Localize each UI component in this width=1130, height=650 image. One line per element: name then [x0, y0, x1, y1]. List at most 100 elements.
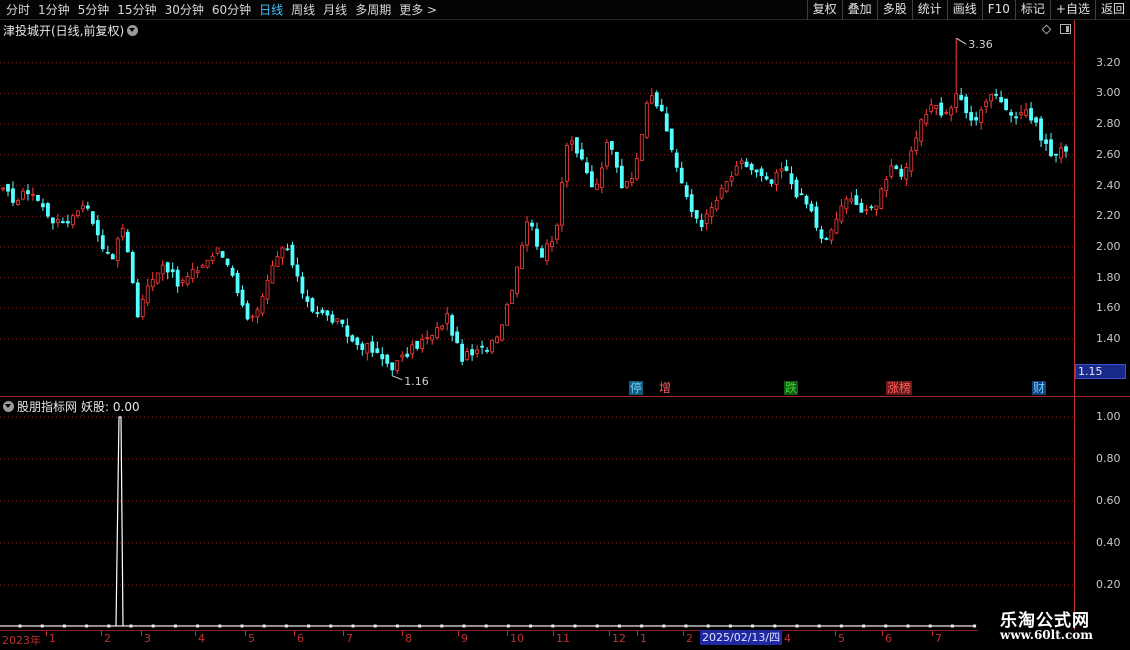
candle-body	[1054, 153, 1058, 156]
candle-body	[909, 150, 914, 172]
date-label-4: 4	[198, 632, 205, 645]
tool-button-7[interactable]: +自选	[1049, 0, 1095, 20]
date-tick	[507, 631, 508, 636]
event-tag-1[interactable]: 增	[658, 381, 672, 395]
period-tab-1[interactable]: 1分钟	[34, 0, 74, 20]
price-panel-header: 津投城开(日线,前复权)	[0, 20, 1074, 38]
candle-body	[350, 335, 355, 342]
candle-body	[834, 218, 839, 234]
tool-button-0[interactable]: 复权	[806, 0, 842, 20]
candle-body	[340, 319, 345, 324]
candle-body	[31, 193, 35, 196]
candle-body	[759, 168, 764, 177]
date-tick	[46, 631, 47, 636]
candle-body	[1019, 112, 1023, 115]
candle-body	[295, 264, 300, 277]
tool-button-4[interactable]: 画线	[946, 0, 982, 20]
candle-body	[829, 229, 834, 241]
candle-body	[130, 251, 135, 284]
indicator-dot	[595, 624, 599, 628]
date-label-5: 5	[248, 632, 255, 645]
candle-body	[794, 179, 799, 198]
indicator-dot	[662, 624, 666, 628]
tool-button-1[interactable]: 叠加	[841, 0, 877, 20]
candle-body	[190, 269, 195, 279]
candle-body	[415, 340, 420, 349]
diamond-icon[interactable]	[1041, 24, 1052, 35]
candle-body	[355, 337, 360, 346]
period-tab-6[interactable]: 日线	[255, 0, 287, 20]
period-tab-9[interactable]: 多周期	[351, 0, 395, 20]
period-tab-2[interactable]: 5分钟	[74, 0, 114, 20]
date-label-1: 1	[49, 632, 56, 645]
event-tag-4[interactable]: 财	[1032, 381, 1047, 395]
candle-body	[95, 220, 100, 236]
tool-button-6[interactable]: 标记	[1014, 0, 1050, 20]
price-tick-label: 2.60	[1096, 147, 1121, 161]
candle-body	[754, 169, 759, 173]
candle-body	[924, 113, 929, 124]
candle-body	[245, 303, 250, 320]
candle-body	[515, 266, 519, 294]
watermark: 乐淘公式网 www.60lt.com	[980, 604, 1130, 650]
event-tag-2[interactable]: 跌	[784, 381, 799, 395]
dropdown-icon[interactable]	[127, 25, 139, 36]
candle-body	[385, 354, 390, 364]
candle-body	[1044, 139, 1048, 144]
indicator-dot	[395, 624, 399, 628]
candle-body	[55, 219, 60, 223]
candle-body	[370, 341, 375, 353]
period-tab-10[interactable]: 更多 >	[395, 0, 441, 20]
tool-button-8[interactable]: 返回	[1094, 0, 1130, 20]
candlestick-chart[interactable]: 3.36 1.16	[0, 38, 1074, 396]
candle-body	[120, 227, 125, 238]
period-tab-8[interactable]: 月线	[319, 0, 351, 20]
indicator-dot	[973, 624, 977, 628]
indicator-dot	[329, 624, 333, 628]
event-tag-0[interactable]: 停	[629, 381, 644, 395]
indicator-chart[interactable]	[0, 397, 1074, 630]
indicator-dot	[728, 624, 732, 628]
period-tab-7[interactable]: 周线	[287, 0, 319, 20]
price-tick-label: 2.20	[1096, 209, 1121, 223]
date-label-10: 10	[510, 632, 524, 645]
high-label: 3.36	[968, 38, 993, 51]
indicator-dot	[573, 624, 577, 628]
candle-body	[125, 231, 130, 253]
tool-button-3[interactable]: 统计	[911, 0, 947, 20]
indicator-dot	[418, 624, 422, 628]
period-tab-3[interactable]: 15分钟	[113, 0, 160, 20]
candle-body	[400, 354, 405, 358]
period-tab-5[interactable]: 60分钟	[208, 0, 255, 20]
candle-body	[839, 205, 844, 222]
candle-body	[764, 176, 769, 180]
stock-title[interactable]: 津投城开(日线,前复权)	[3, 22, 139, 39]
candle-body	[894, 165, 899, 170]
candle-body	[939, 102, 944, 116]
event-tag-3[interactable]: 涨榜	[886, 381, 913, 395]
candle-body	[1059, 147, 1063, 159]
candle-body	[420, 339, 425, 350]
tool-button-5[interactable]: F10	[981, 0, 1015, 20]
period-tab-0[interactable]: 分时	[2, 0, 34, 20]
period-tabs: 分时 1分钟 5分钟 15分钟 30分钟 60分钟 日线 周线 月线 多周期 更多 >	[2, 0, 441, 20]
candle-body	[445, 313, 450, 324]
period-tab-4[interactable]: 30分钟	[161, 0, 208, 20]
candle-body	[904, 167, 909, 180]
candle-body	[250, 315, 255, 318]
panel-toggle-icon[interactable]	[1060, 24, 1071, 34]
indicator-dot	[950, 624, 954, 628]
cursor-date-label: 2025/02/13/四	[700, 630, 783, 645]
candle-body	[799, 193, 804, 196]
date-label-16: 5	[838, 632, 845, 645]
candle-body	[774, 172, 779, 185]
candle-body	[884, 179, 889, 192]
tool-button-2[interactable]: 多股	[876, 0, 912, 20]
candle-body	[325, 310, 330, 316]
top-toolbar: 分时 1分钟 5分钟 15分钟 30分钟 60分钟 日线 周线 月线 多周期 更多 > 复权 叠加 多股…	[0, 0, 1130, 20]
candle-body	[1024, 109, 1028, 116]
date-tick	[835, 631, 836, 636]
date-tick	[245, 631, 246, 636]
candle-body	[205, 259, 210, 268]
price-tick-label: 2.40	[1096, 178, 1121, 192]
